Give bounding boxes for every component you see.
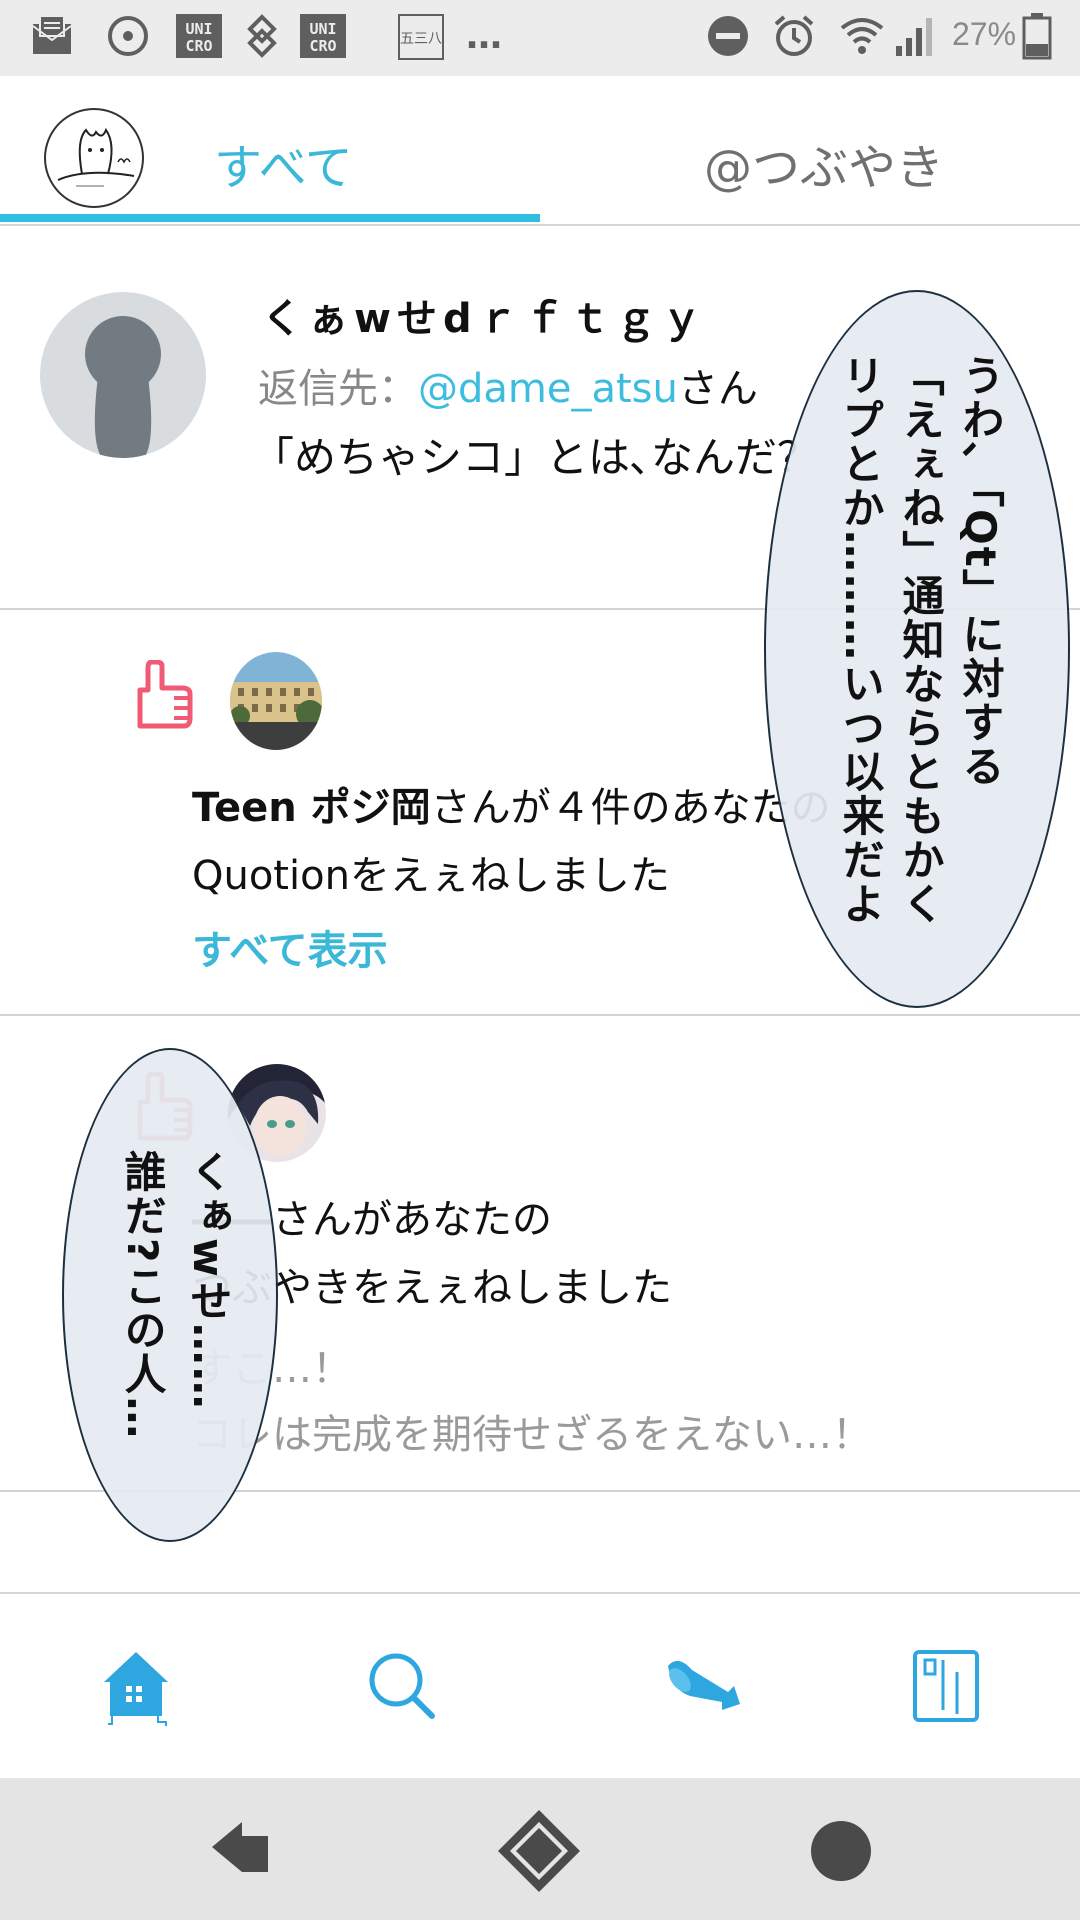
mail-icon bbox=[30, 14, 74, 58]
system-navigation-bar bbox=[0, 1778, 1080, 1920]
tab-tsubuyaki[interactable]: @つぶやき bbox=[704, 128, 944, 198]
bubble-text-line: くぁwせ…… bbox=[184, 1150, 233, 1411]
bubble-text-line: 誰だ?この人… bbox=[118, 1150, 167, 1441]
speech-bubble-left: くぁwせ…… 誰だ?この人… bbox=[62, 1048, 278, 1542]
app-logo-avatar[interactable] bbox=[44, 108, 144, 208]
status-bar: UNI CRO UNI CRO 五三八 … 27% bbox=[0, 0, 1080, 76]
dnd-icon bbox=[706, 14, 750, 58]
recents-circle-icon[interactable] bbox=[796, 1806, 886, 1896]
kanji-app-icon: 五三八 bbox=[398, 14, 444, 60]
thumbs-up-icon bbox=[134, 659, 194, 730]
tab-all[interactable]: すべて bbox=[214, 128, 353, 198]
notification-line: Teen ポジ岡さんが４件のあなたの bbox=[192, 774, 831, 842]
reply-to-line: 返信先：@dame_atsuさん bbox=[258, 356, 758, 414]
megaphone-icon[interactable] bbox=[662, 1646, 742, 1726]
user-avatar[interactable] bbox=[230, 652, 322, 750]
active-tab-indicator bbox=[0, 214, 540, 222]
tweet-snippet: コレは完成を期待せざるをえない…！ bbox=[192, 1412, 872, 1458]
like-notification-text: Teen ポジ岡さんが４件のあなたの Quotionをえぇねしました bbox=[192, 774, 831, 910]
home-diamond-icon[interactable] bbox=[494, 1806, 584, 1896]
notification-line: Quotionをえぇねしました bbox=[192, 853, 670, 899]
bottom-navigation bbox=[0, 1592, 1080, 1778]
reply-user-name[interactable]: くぁwせdｒｆｔｇｙ bbox=[262, 286, 708, 344]
alarm-icon bbox=[772, 14, 816, 58]
bubble-text-line: 「えぇね」通知ならともかく bbox=[896, 354, 945, 926]
bubble-text-line: リプとか………いつ以来だよ bbox=[836, 354, 885, 926]
battery-icon bbox=[1022, 13, 1052, 60]
home-icon[interactable] bbox=[96, 1646, 176, 1726]
default-avatar-icon[interactable] bbox=[40, 292, 206, 458]
back-icon[interactable] bbox=[196, 1806, 286, 1896]
reply-suffix: さん bbox=[677, 366, 758, 412]
speech-bubble-right: うわ､「Qt」に対する 「えぇね」通知ならともかく リプとか………いつ以来だよ bbox=[764, 290, 1070, 1008]
battery-percent: 27% bbox=[952, 16, 1017, 52]
search-icon[interactable] bbox=[362, 1646, 442, 1726]
reply-mention-link[interactable]: @dame_atsu bbox=[418, 366, 678, 412]
divider bbox=[0, 224, 1080, 226]
divider bbox=[0, 1014, 1080, 1016]
signal-icon bbox=[894, 14, 938, 58]
disc-icon bbox=[106, 14, 150, 58]
reply-body-text: 「めちゃシコ」とは､なんだ？ bbox=[252, 433, 820, 482]
diamond-link-icon bbox=[240, 14, 284, 58]
panel-icon[interactable] bbox=[906, 1646, 986, 1726]
wifi-icon bbox=[838, 14, 886, 58]
uniqlo-logo-icon: UNI CRO bbox=[300, 14, 346, 58]
notification-line-rest: さんが４件のあなたの bbox=[430, 785, 831, 831]
reply-prefix: 返信先： bbox=[258, 366, 418, 412]
more-dots-icon: … bbox=[466, 15, 502, 57]
top-tab-bar: すべて @つぶやき bbox=[0, 76, 1080, 240]
show-all-link[interactable]: すべて表示 bbox=[192, 918, 388, 976]
uniqlo-logo-icon: UNI CRO bbox=[176, 14, 222, 58]
bubble-text-line: うわ､「Qt」に対する bbox=[956, 354, 1005, 789]
actor-name[interactable]: Teen ポジ岡 bbox=[192, 785, 431, 831]
notification-line-rest: さんがあなたの bbox=[272, 1197, 552, 1243]
